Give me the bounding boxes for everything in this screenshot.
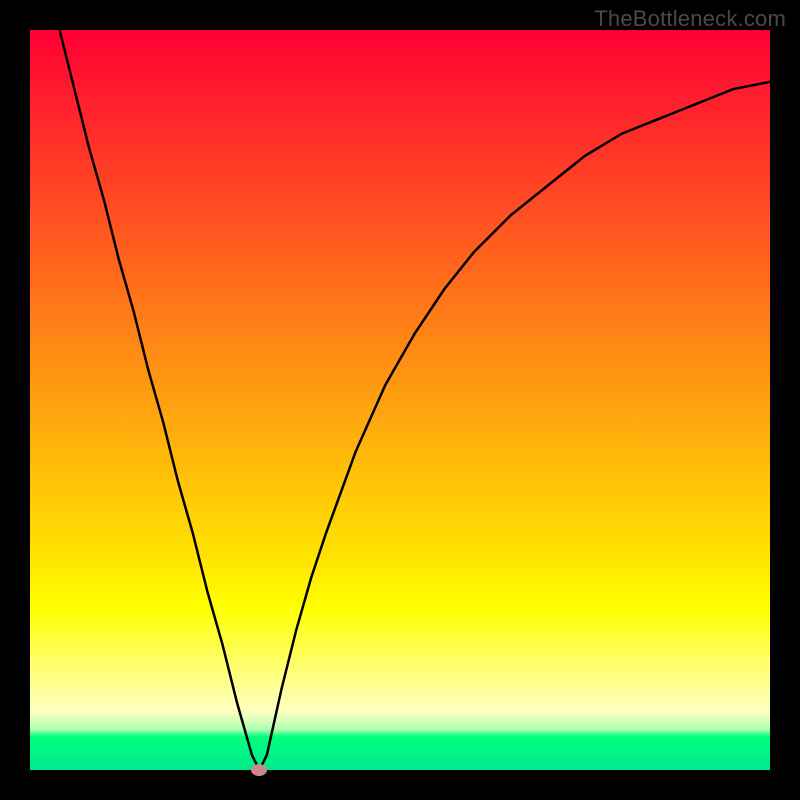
- curve-svg: [30, 30, 770, 770]
- plot-area: [30, 30, 770, 770]
- bottleneck-curve: [60, 30, 770, 770]
- minimum-marker: [251, 764, 267, 776]
- chart-container: TheBottleneck.com: [0, 0, 800, 800]
- watermark-text: TheBottleneck.com: [594, 6, 786, 32]
